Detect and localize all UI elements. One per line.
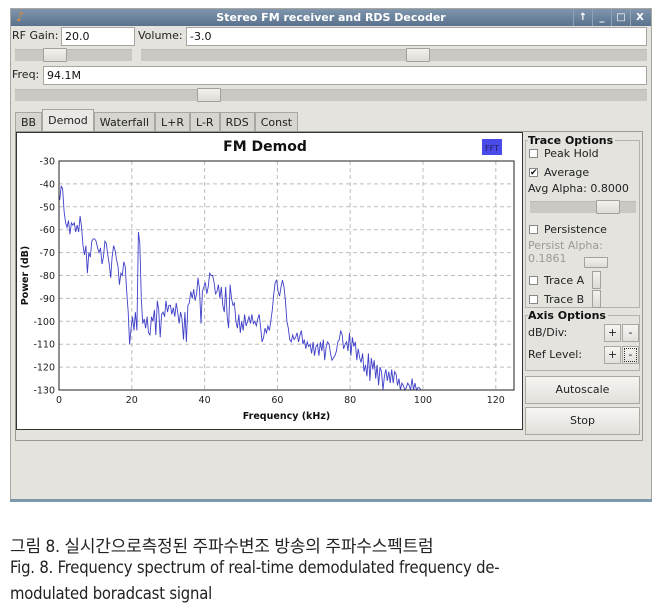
freq-slider[interactable]	[15, 88, 647, 102]
y-tick-label: -120	[33, 363, 55, 374]
y-tick-label: -30	[39, 157, 55, 168]
figure-caption-english-line1: Fig. 8. Frequency spectrum of real-time …	[10, 558, 500, 577]
x-tick-label: 120	[487, 395, 505, 406]
tab-demod[interactable]: Demod	[42, 109, 94, 131]
checkbox-unchecked-icon[interactable]	[529, 294, 538, 304]
x-tick-label: 80	[344, 395, 356, 406]
title-bar[interactable]: ♪ Stereo FM receiver and RDS Decoder ↑ _…	[11, 9, 651, 26]
checkbox-unchecked-icon[interactable]	[529, 275, 538, 285]
checkbox-checked-icon[interactable]: ✔	[529, 167, 538, 177]
rf-gain-slider[interactable]	[15, 48, 132, 62]
freq-label: Freq:	[12, 68, 40, 81]
db-div-plus-button[interactable]: +	[604, 324, 621, 342]
maximize-icon[interactable]: □	[611, 9, 630, 26]
x-tick-label: 100	[414, 395, 432, 406]
tab-const[interactable]: Const	[254, 112, 299, 131]
rf-gain-slider-handle[interactable]	[43, 48, 67, 62]
figure-caption-english-line2: modulated boradcast signal	[10, 584, 213, 603]
y-tick-label: -100	[33, 317, 55, 328]
grid-lines	[59, 161, 514, 390]
trace-options-group: Trace Options Peak Hold ✔ Average Avg Al…	[525, 134, 640, 308]
average-label: Average	[544, 165, 590, 179]
figure-caption-korean: 그림 8. 실시간으로측정된 주파수변조 방송의 주파수스펙트럼	[10, 537, 434, 557]
axis-options-group: Axis Options dB/Div: + - Ref Level: + -	[525, 309, 640, 371]
trace-b-color-button[interactable]	[592, 290, 601, 308]
y-tick-label: -40	[39, 179, 55, 190]
avg-alpha-label: Avg Alpha: 0.8000	[528, 182, 629, 195]
y-tick-label: -50	[39, 202, 55, 213]
persist-alpha-slider-handle[interactable]	[584, 257, 608, 268]
rf-gain-label: RF Gain:	[12, 29, 59, 42]
x-tick-label: 60	[271, 395, 283, 406]
y-tick-label: -70	[39, 248, 55, 259]
app-window: ♪ Stereo FM receiver and RDS Decoder ↑ _…	[10, 8, 652, 500]
tab-l-plus-r[interactable]: L+R	[155, 112, 191, 131]
ref-level-label: Ref Level:	[528, 348, 583, 361]
demod-tab-panel: FM Demod FFT -30 -40 -50 -60 -70 -80 -90 -100 -1…	[15, 131, 643, 441]
rf-gain-input[interactable]: 20.0	[61, 27, 135, 46]
volume-input[interactable]: -3.0	[186, 27, 647, 46]
checkbox-unchecked-icon[interactable]	[529, 148, 538, 158]
autoscale-button[interactable]: Autoscale	[525, 376, 640, 404]
freq-input[interactable]: 94.1M	[43, 66, 647, 85]
stop-button[interactable]: Stop	[525, 407, 640, 435]
x-tick-label: 0	[56, 395, 62, 406]
close-icon[interactable]: X	[630, 9, 649, 26]
y-tick-label: -110	[33, 340, 55, 351]
app-logo-icon: ♪	[15, 10, 25, 25]
pin-icon[interactable]: ↑	[573, 9, 592, 26]
window-title: Stereo FM receiver and RDS Decoder	[216, 11, 446, 24]
trace-a-color-button[interactable]	[592, 271, 601, 289]
trace-a-checkbox[interactable]: Trace A	[529, 272, 584, 288]
tab-waterfall[interactable]: Waterfall	[93, 112, 156, 131]
options-sidebar: Trace Options Peak Hold ✔ Average Avg Al…	[523, 132, 642, 440]
trace-a-label: Trace A	[544, 273, 585, 287]
db-div-label: dB/Div:	[528, 326, 568, 339]
tab-bar: BB Demod Waterfall L+R L-R RDS Const	[15, 109, 299, 131]
x-tick-labels: 0 20 40 60 80 100 120	[56, 395, 505, 406]
y-axis-label: Power (dB)	[20, 246, 31, 305]
x-tick-label: 20	[126, 395, 138, 406]
persistence-label: Persistence	[544, 222, 607, 236]
tab-rds[interactable]: RDS	[219, 112, 255, 131]
x-tick-label: 40	[199, 395, 211, 406]
chart-title: FM Demod	[223, 139, 307, 155]
average-checkbox[interactable]: ✔ Average	[529, 164, 589, 180]
trace-b-label: Trace B	[544, 292, 585, 306]
tab-bb[interactable]: BB	[15, 112, 43, 131]
y-tick-label: -60	[39, 225, 55, 236]
fft-trace-line	[59, 184, 423, 392]
freq-slider-handle[interactable]	[197, 88, 221, 102]
y-tick-label: -90	[39, 294, 55, 305]
db-div-minus-button[interactable]: -	[622, 324, 639, 342]
y-tick-label: -130	[33, 386, 55, 397]
trace-b-checkbox[interactable]: Trace B	[529, 291, 584, 307]
x-axis-label: Frequency (kHz)	[243, 411, 330, 422]
y-tick-label: -80	[39, 271, 55, 282]
volume-slider-handle[interactable]	[406, 48, 430, 62]
axis-options-title: Axis Options	[528, 309, 608, 322]
window-bottom-border	[10, 499, 652, 502]
volume-label: Volume:	[138, 29, 183, 42]
peak-hold-label: Peak Hold	[544, 146, 599, 160]
fft-badge-label: FFT	[485, 144, 499, 153]
tab-l-minus-r[interactable]: L-R	[190, 112, 220, 131]
ref-level-minus-button[interactable]: -	[622, 346, 639, 364]
peak-hold-checkbox[interactable]: Peak Hold	[529, 145, 599, 161]
ref-level-plus-button[interactable]: +	[604, 346, 621, 364]
y-tick-labels: -30 -40 -50 -60 -70 -80 -90 -100 -110 -120 -130	[33, 157, 55, 397]
fm-demod-chart: FM Demod FFT -30 -40 -50 -60 -70 -80 -90 -100 -1…	[20, 139, 515, 422]
volume-slider[interactable]	[141, 48, 647, 62]
minimize-icon[interactable]: _	[592, 9, 611, 26]
persistence-checkbox[interactable]: Persistence	[529, 221, 607, 237]
fft-plot-widget[interactable]: FM Demod FFT -30 -40 -50 -60 -70 -80 -90 -100 -1…	[16, 132, 523, 430]
avg-alpha-slider[interactable]	[530, 200, 636, 214]
checkbox-unchecked-icon[interactable]	[529, 224, 538, 234]
avg-alpha-slider-handle[interactable]	[596, 200, 620, 214]
